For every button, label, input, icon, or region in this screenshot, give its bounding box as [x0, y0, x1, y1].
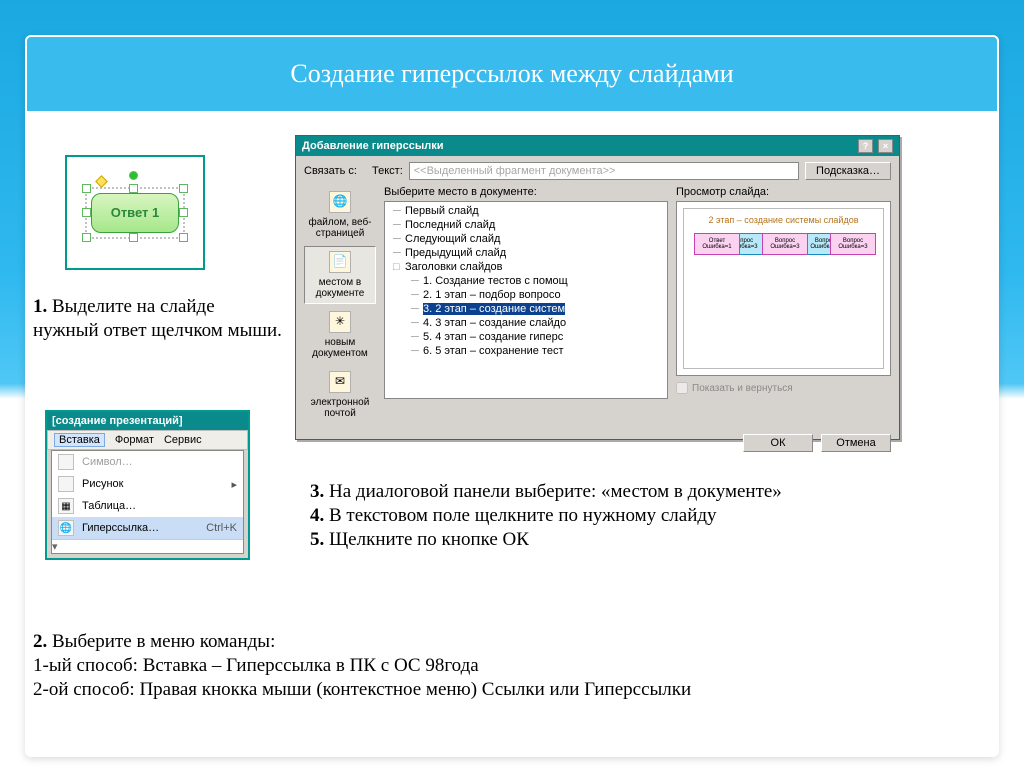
tree-item: 3. 2 этап – создание систем — [413, 302, 667, 316]
sidebar-item-email[interactable]: ✉ электронной почтой — [304, 366, 376, 424]
ok-button[interactable]: ОК — [743, 434, 813, 452]
menu-item-picture[interactable]: Рисунок ▸ — [52, 473, 243, 495]
menu-bar: Вставка Формат Сервис — [47, 430, 248, 450]
slide-preview: 2 этап – создание системы слайдов Вопрос… — [676, 201, 891, 376]
document-icon: 📄 — [329, 251, 351, 273]
globe-icon: 🌐 — [329, 191, 351, 213]
step-1-text: 1. Выделите на слайде нужный ответ щелчк… — [33, 295, 283, 343]
show-return-checkbox[interactable]: Показать и вернуться — [676, 382, 891, 394]
sidebar-item-file[interactable]: 🌐 файлом, веб-страницей — [304, 186, 376, 244]
tree-item: 2. 1 этап – подбор вопросо — [413, 288, 667, 302]
text-input[interactable]: <<Выделенный фрагмент документа>> — [409, 162, 799, 180]
blank-icon — [58, 476, 74, 492]
answer-shape-panel: Ответ 1 — [65, 155, 205, 270]
adjust-handle-icon[interactable] — [95, 175, 108, 188]
close-icon[interactable]: × — [878, 139, 893, 153]
tree-item: 1. Создание тестов с помощ — [413, 274, 667, 288]
newdoc-icon: ✳ — [329, 311, 351, 333]
slide-title: Создание гиперссылок между слайдами — [27, 37, 997, 111]
step-3-5-text: 3. На диалоговой панели выберите: «место… — [310, 480, 950, 551]
shortcut-label: Ctrl+K — [206, 522, 237, 534]
tree-item: Следующий слайд — [395, 232, 667, 246]
tree-item: 4. 3 этап – создание слайдо — [413, 316, 667, 330]
menu-item-table[interactable]: ▦ Таблица… — [52, 495, 243, 517]
cancel-button[interactable]: Отмена — [821, 434, 891, 452]
preview-diagram: Вопрос Ошибка=4 Вопрос Ошибка=3 Вопрос О… — [690, 233, 877, 343]
window-caption: [создание презентаций] — [47, 412, 248, 430]
insert-dropdown: Символ… Рисунок ▸ ▦ Таблица… 🌐 Гиперссыл… — [51, 450, 244, 554]
tree-item: Последний слайд — [395, 218, 667, 232]
tree-item-parent: Заголовки слайдов — [395, 260, 667, 274]
menu-item-hyperlink[interactable]: 🌐 Гиперссылка… Ctrl+K — [52, 517, 243, 539]
sidebar-item-newdoc[interactable]: ✳ новым документом — [304, 306, 376, 364]
rotate-handle-icon[interactable] — [129, 171, 138, 180]
step-2-text: 2. Выберите в меню команды: 1-ый способ:… — [33, 630, 973, 701]
text-label: Текст: — [372, 165, 403, 177]
link-type-sidebar: 🌐 файлом, веб-страницей 📄 местом в докум… — [304, 186, 376, 424]
globe-link-icon: 🌐 — [58, 520, 74, 536]
chevron-right-icon: ▸ — [231, 478, 237, 491]
slide-tree[interactable]: Первый слайд Последний слайд Следующий с… — [384, 201, 668, 399]
preview-label: Просмотр слайда: — [676, 186, 891, 198]
hint-button[interactable]: Подсказка… — [805, 162, 891, 180]
menu-format[interactable]: Формат — [115, 434, 154, 446]
menu-item-symbol[interactable]: Символ… — [52, 451, 243, 473]
tree-item: Первый слайд — [395, 204, 667, 218]
choose-place-label: Выберите место в документе: — [384, 186, 668, 198]
tree-item: Предыдущий слайд — [395, 246, 667, 260]
link-with-label: Связать с: — [304, 165, 366, 177]
menu-screenshot: [создание презентаций] Вставка Формат Се… — [45, 410, 250, 560]
hyperlink-dialog: Добавление гиперссылки ? × Связать с: Те… — [295, 135, 900, 440]
menu-service[interactable]: Сервис — [164, 434, 202, 446]
blank-icon — [58, 454, 74, 470]
menu-insert[interactable]: Вставка — [54, 433, 105, 447]
help-icon[interactable]: ? — [858, 139, 873, 153]
sidebar-item-place[interactable]: 📄 местом в документе — [304, 246, 376, 304]
email-icon: ✉ — [329, 371, 351, 393]
expand-menu-icon[interactable]: ▾ — [52, 539, 243, 553]
tree-item: 6. 5 этап – сохранение тест — [413, 344, 667, 358]
dialog-title: Добавление гиперссылки — [302, 140, 443, 152]
tree-item: 5. 4 этап – создание гиперс — [413, 330, 667, 344]
table-icon: ▦ — [58, 498, 74, 514]
